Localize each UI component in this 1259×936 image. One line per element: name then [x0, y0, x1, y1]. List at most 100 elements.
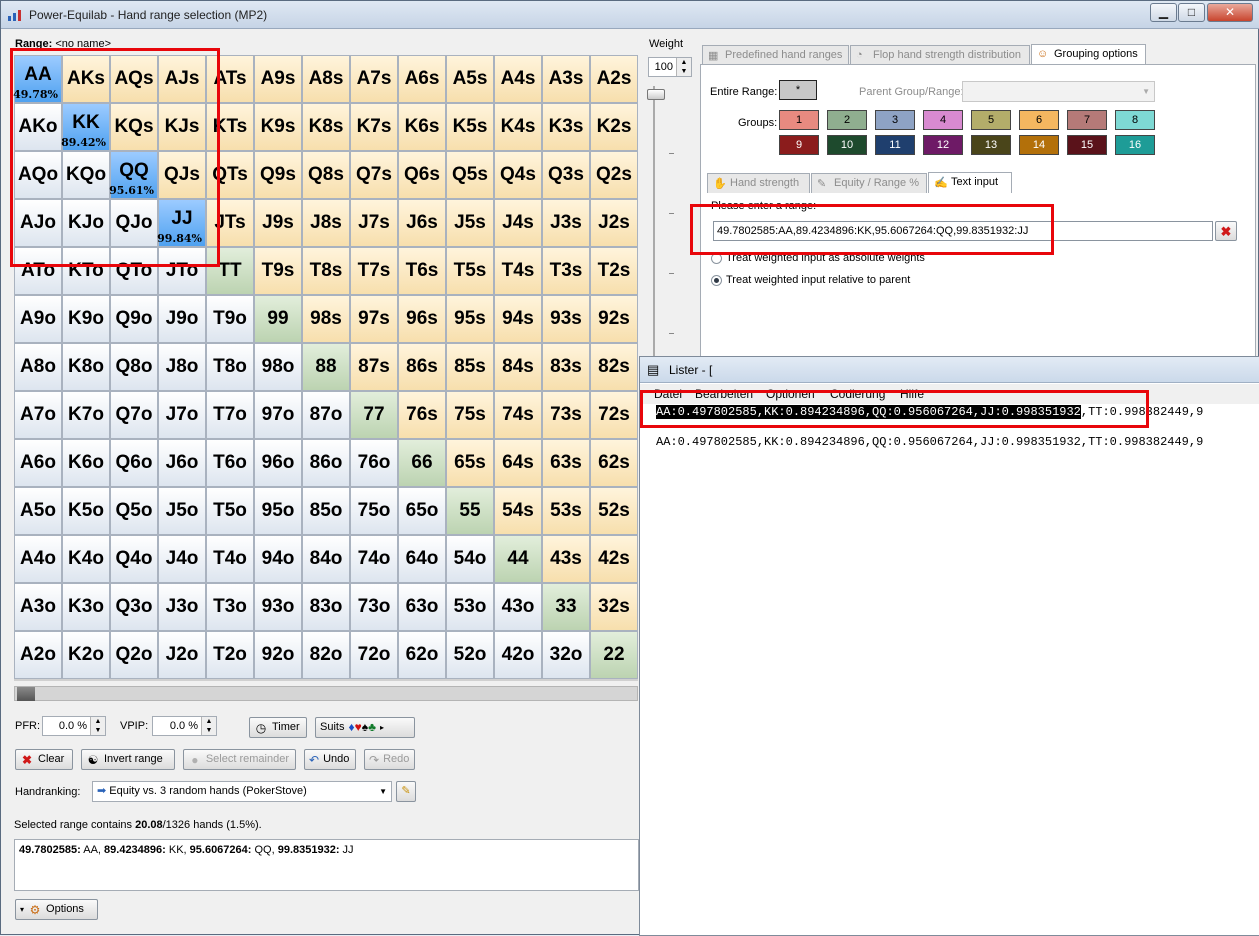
hand-cell-q4o[interactable]: Q4o — [110, 535, 158, 583]
hand-cell-99[interactable]: 99 — [254, 295, 302, 343]
lister-menu-codierung[interactable]: Codierung — [830, 387, 885, 401]
edit-handranking-button[interactable]: ✎ — [396, 781, 416, 802]
hand-cell-a3s[interactable]: A3s — [542, 55, 590, 103]
hand-cell-93s[interactable]: 93s — [542, 295, 590, 343]
group-button-9[interactable]: 9 — [779, 135, 819, 155]
hand-cell-q9s[interactable]: Q9s — [254, 151, 302, 199]
minimize-button[interactable]: ▁ — [1150, 3, 1177, 22]
hand-cell-k9s[interactable]: K9s — [254, 103, 302, 151]
group-button-4[interactable]: 4 — [923, 110, 963, 130]
hand-cell-82o[interactable]: 82o — [302, 631, 350, 679]
hand-cell-85s[interactable]: 85s — [446, 343, 494, 391]
group-button-2[interactable]: 2 — [827, 110, 867, 130]
hand-cell-jts[interactable]: JTs — [206, 199, 254, 247]
group-button-13[interactable]: 13 — [971, 135, 1011, 155]
hand-cell-83o[interactable]: 83o — [302, 583, 350, 631]
hand-cell-a9o[interactable]: A9o — [14, 295, 62, 343]
hand-cell-94s[interactable]: 94s — [494, 295, 542, 343]
hand-cell-54o[interactable]: 54o — [446, 535, 494, 583]
hand-cell-ajo[interactable]: AJo — [14, 199, 62, 247]
hand-cell-k6o[interactable]: K6o — [62, 439, 110, 487]
hand-cell-a7s[interactable]: A7s — [350, 55, 398, 103]
hand-cell-87o[interactable]: 87o — [302, 391, 350, 439]
hand-cell-k9o[interactable]: K9o — [62, 295, 110, 343]
hand-cell-65o[interactable]: 65o — [398, 487, 446, 535]
lister-line-1[interactable]: AA:0.497802585,KK:0.894234896,QQ:0.95606… — [656, 405, 1203, 419]
select-remainder-button[interactable]: ● Select remainder — [183, 749, 296, 770]
hand-cell-k5s[interactable]: K5s — [446, 103, 494, 151]
hand-cell-87s[interactable]: 87s — [350, 343, 398, 391]
hand-cell-j6o[interactable]: J6o — [158, 439, 206, 487]
hand-cell-qjs[interactable]: QJs — [158, 151, 206, 199]
group-button-8[interactable]: 8 — [1115, 110, 1155, 130]
hand-cell-62s[interactable]: 62s — [590, 439, 638, 487]
hand-cell-t7o[interactable]: T7o — [206, 391, 254, 439]
hand-cell-43s[interactable]: 43s — [542, 535, 590, 583]
hand-cell-43o[interactable]: 43o — [494, 583, 542, 631]
hand-cell-a8s[interactable]: A8s — [302, 55, 350, 103]
hand-cell-aqs[interactable]: AQs — [110, 55, 158, 103]
hand-cell-55[interactable]: 55 — [446, 487, 494, 535]
hand-cell-k3s[interactable]: K3s — [542, 103, 590, 151]
relative-weights-radio[interactable] — [711, 275, 722, 286]
hand-cell-j7o[interactable]: J7o — [158, 391, 206, 439]
group-button-16[interactable]: 16 — [1115, 135, 1155, 155]
hand-cell-93o[interactable]: 93o — [254, 583, 302, 631]
parent-group-select[interactable]: ▼ — [962, 81, 1155, 102]
hand-cell-63s[interactable]: 63s — [542, 439, 590, 487]
hand-cell-t3s[interactable]: T3s — [542, 247, 590, 295]
tab-text-input[interactable]: ✍ Text input — [928, 172, 1012, 193]
hand-cell-q4s[interactable]: Q4s — [494, 151, 542, 199]
suits-button[interactable]: Suits ♦♥♠♣ ▸ — [315, 717, 415, 738]
hand-cell-q5o[interactable]: Q5o — [110, 487, 158, 535]
hand-cell-q3s[interactable]: Q3s — [542, 151, 590, 199]
lister-line-2[interactable]: AA:0.497802585,KK:0.894234896,QQ:0.95606… — [656, 435, 1203, 449]
hand-cell-97s[interactable]: 97s — [350, 295, 398, 343]
hand-cell-q7o[interactable]: Q7o — [110, 391, 158, 439]
hand-cell-64s[interactable]: 64s — [494, 439, 542, 487]
group-button-14[interactable]: 14 — [1019, 135, 1059, 155]
tab-grouping-options[interactable]: ☺ Grouping options — [1031, 44, 1146, 65]
hand-cell-qto[interactable]: QTo — [110, 247, 158, 295]
hand-cell-94o[interactable]: 94o — [254, 535, 302, 583]
hand-cell-t7s[interactable]: T7s — [350, 247, 398, 295]
hand-cell-k6s[interactable]: K6s — [398, 103, 446, 151]
hand-cell-74s[interactable]: 74s — [494, 391, 542, 439]
hand-cell-jj[interactable]: JJ 99.84% — [157, 199, 206, 247]
hand-cell-jto[interactable]: JTo — [158, 247, 206, 295]
hand-cell-tt[interactable]: TT — [206, 247, 254, 295]
group-button-10[interactable]: 10 — [827, 135, 867, 155]
hand-cell-53s[interactable]: 53s — [542, 487, 590, 535]
hand-cell-t4o[interactable]: T4o — [206, 535, 254, 583]
hand-cell-k4o[interactable]: K4o — [62, 535, 110, 583]
hand-cell-76s[interactable]: 76s — [398, 391, 446, 439]
hand-cell-a5s[interactable]: A5s — [446, 55, 494, 103]
hand-cell-k8o[interactable]: K8o — [62, 343, 110, 391]
hand-cell-aks[interactable]: AKs — [62, 55, 110, 103]
hand-cell-42o[interactable]: 42o — [494, 631, 542, 679]
hand-cell-j8o[interactable]: J8o — [158, 343, 206, 391]
hand-cell-j5s[interactable]: J5s — [446, 199, 494, 247]
hand-cell-52s[interactable]: 52s — [590, 487, 638, 535]
hand-cell-a6s[interactable]: A6s — [398, 55, 446, 103]
group-button-6[interactable]: 6 — [1019, 110, 1059, 130]
lister-menu-datei[interactable]: Datei — [654, 387, 682, 401]
hand-cell-kqs[interactable]: KQs — [110, 103, 158, 151]
hand-cell-k4s[interactable]: K4s — [494, 103, 542, 151]
hand-cell-63o[interactable]: 63o — [398, 583, 446, 631]
undo-button[interactable]: ↶ Undo — [304, 749, 356, 770]
handranking-select[interactable]: ➡ Equity vs. 3 random hands (PokerStove)… — [92, 781, 392, 802]
group-button-11[interactable]: 11 — [875, 135, 915, 155]
hand-cell-t6o[interactable]: T6o — [206, 439, 254, 487]
hand-cell-q8o[interactable]: Q8o — [110, 343, 158, 391]
hand-cell-t4s[interactable]: T4s — [494, 247, 542, 295]
hand-cell-ajs[interactable]: AJs — [158, 55, 206, 103]
hand-cell-kqo[interactable]: KQo — [62, 151, 110, 199]
lister-menu-optionen[interactable]: Optionen — [766, 387, 815, 401]
hand-cell-95s[interactable]: 95s — [446, 295, 494, 343]
hand-cell-a4o[interactable]: A4o — [14, 535, 62, 583]
hand-cell-t8o[interactable]: T8o — [206, 343, 254, 391]
hand-cell-85o[interactable]: 85o — [302, 487, 350, 535]
hand-cell-j8s[interactable]: J8s — [302, 199, 350, 247]
hand-cell-83s[interactable]: 83s — [542, 343, 590, 391]
